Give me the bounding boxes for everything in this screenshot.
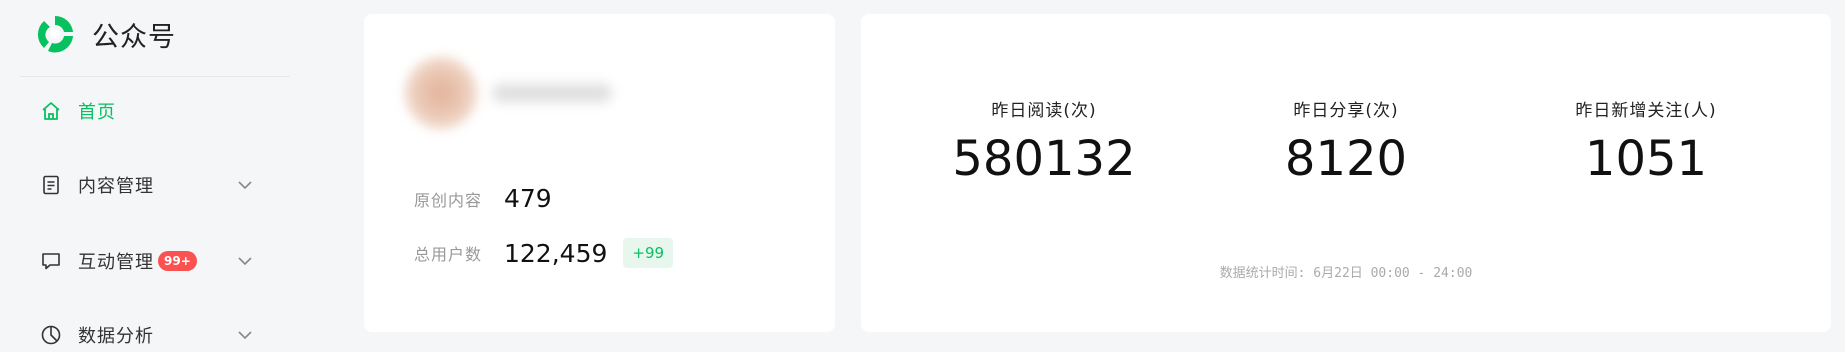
home-icon <box>40 100 62 122</box>
account-card: 原创内容 479 总用户数 122,459 +99 <box>364 14 835 332</box>
nav-item-data-analysis[interactable]: 数据分析 <box>40 320 255 350</box>
chevron-down-icon[interactable] <box>235 175 255 195</box>
avatar[interactable] <box>404 56 478 130</box>
notification-badge: 99+ <box>158 251 197 271</box>
nav-item-content-management[interactable]: 内容管理 <box>40 170 255 200</box>
stat-label: 昨日新增关注(人) <box>1575 101 1717 121</box>
original-content-label: 原创内容 <box>414 190 483 210</box>
stat-new-followers: 昨日新增关注(人) 1051 <box>1496 96 1796 187</box>
total-users-label: 总用户数 <box>414 245 483 264</box>
brand[interactable]: 公众号 <box>34 12 176 56</box>
nav-label-content-management: 内容管理 <box>78 176 154 197</box>
stats-card: 昨日阅读(次) 580132 昨日分享(次) 8120 昨日新增关注(人) 10… <box>861 14 1831 332</box>
total-users-row: 总用户数 122,459 +99 <box>414 238 674 268</box>
original-content-value: 479 <box>504 184 552 213</box>
total-users-value: 122,459 <box>504 238 608 268</box>
nav-item-home[interactable]: 首页 <box>40 96 255 126</box>
stat-value: 1051 <box>1584 131 1708 187</box>
account-name-blurred <box>492 84 612 102</box>
original-content-row: 原创内容 479 <box>414 184 552 213</box>
nav-label-interaction-management: 互动管理 <box>78 252 154 273</box>
nav-label-home: 首页 <box>78 102 116 123</box>
wechat-mp-logo-icon <box>37 15 73 53</box>
stat-value: 580132 <box>952 131 1136 187</box>
user-delta-badge: +99 <box>623 238 674 268</box>
chevron-down-icon[interactable] <box>235 251 255 271</box>
message-icon <box>40 250 62 272</box>
sidebar: 公众号 首页 内容管理 互动管理 99+ 数据分析 <box>0 0 290 352</box>
pie-chart-icon <box>40 324 62 346</box>
stat-label: 昨日阅读(次) <box>991 101 1097 121</box>
stat-shares: 昨日分享(次) 8120 <box>1196 96 1496 187</box>
nav-label-data-analysis: 数据分析 <box>78 326 154 347</box>
chevron-down-icon[interactable] <box>235 325 255 345</box>
stat-reads: 昨日阅读(次) 580132 <box>894 96 1194 187</box>
stats-time-note: 数据统计时间: 6月22日 00:00 - 24:00 <box>1219 266 1473 281</box>
nav-item-interaction-management[interactable]: 互动管理 99+ <box>40 246 255 276</box>
document-icon <box>40 174 62 196</box>
stat-value: 8120 <box>1284 131 1408 187</box>
stat-label: 昨日分享(次) <box>1293 101 1399 121</box>
sidebar-divider <box>20 76 290 77</box>
brand-name: 公众号 <box>92 21 176 53</box>
